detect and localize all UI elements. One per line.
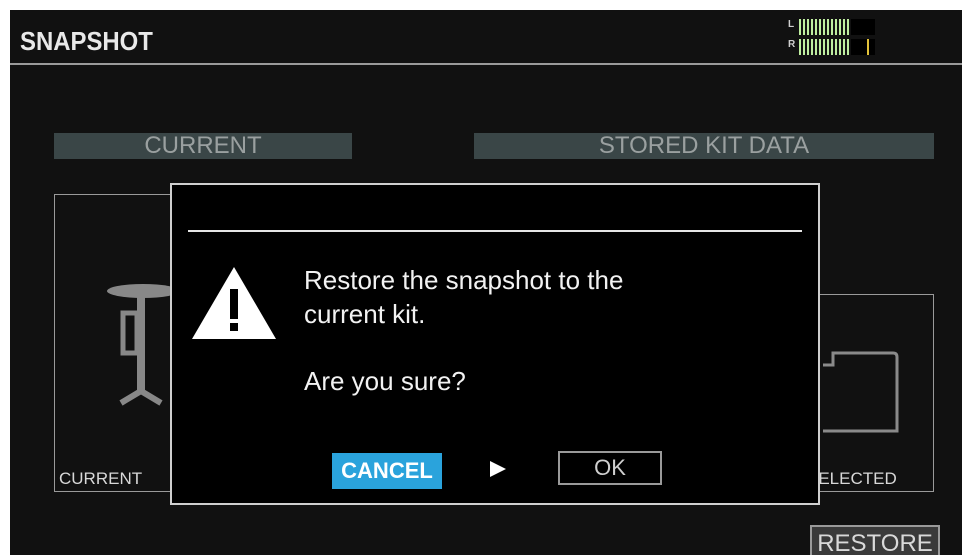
stored-panel-label: SELECTED bbox=[807, 469, 897, 488]
cursor-arrow-icon bbox=[490, 461, 506, 477]
current-panel-label: CURRENT bbox=[59, 469, 143, 488]
header-divider bbox=[10, 63, 962, 65]
meter-left-bar bbox=[799, 19, 851, 35]
kit-slot-icon bbox=[823, 351, 899, 433]
restore-button[interactable]: RESTORE bbox=[810, 525, 940, 555]
meter-peak-indicator bbox=[867, 39, 869, 55]
confirm-dialog: Restore the snapshot to the current kit.… bbox=[170, 183, 820, 505]
meter-right-label: R bbox=[788, 39, 796, 50]
dialog-question: Are you sure? bbox=[304, 366, 466, 396]
stored-kit-section-header: STORED KIT DATA bbox=[474, 133, 934, 159]
cancel-button[interactable]: CANCEL bbox=[332, 453, 442, 489]
meter-left-label: L bbox=[788, 19, 795, 30]
dialog-divider bbox=[188, 230, 802, 232]
meter-right-bar bbox=[799, 39, 851, 55]
level-meter: L R bbox=[785, 14, 885, 62]
warning-icon bbox=[192, 267, 276, 339]
snapshot-screen: SNAPSHOT L R CURRENT STORED KIT DATA CUR… bbox=[10, 10, 962, 555]
dialog-message-line1: Restore the snapshot to the bbox=[304, 265, 624, 295]
dialog-message-line2: current kit. bbox=[304, 299, 426, 329]
page-title: SNAPSHOT bbox=[20, 26, 153, 56]
meter-right-empty bbox=[851, 39, 875, 55]
meter-left-empty bbox=[851, 19, 875, 35]
ok-button[interactable]: OK bbox=[558, 451, 662, 485]
current-section-header: CURRENT bbox=[54, 133, 352, 159]
